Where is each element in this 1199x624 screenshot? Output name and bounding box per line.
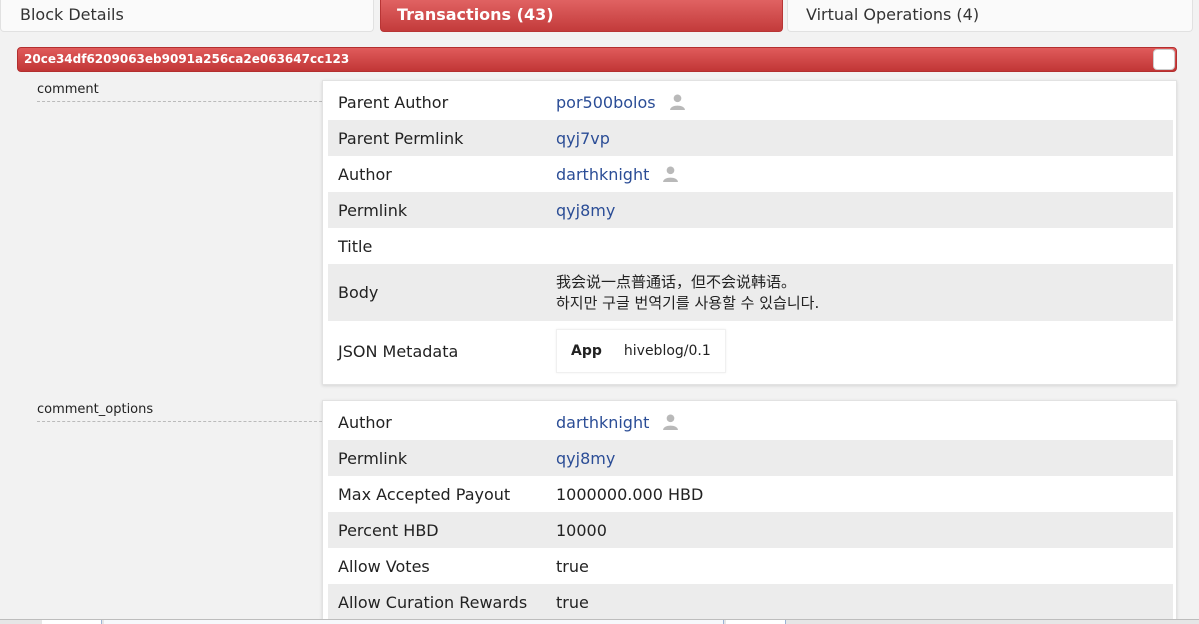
body-line: 我会说一点普通话，但不会说韩语。 (556, 272, 797, 291)
field-label: Allow Curation Rewards (338, 592, 528, 612)
json-key: App (571, 343, 602, 359)
row-percent-hbd: Percent HBD 10000 (328, 512, 1173, 548)
transaction-id: 20ce34df6209063eb9091a256ca2e063647cc123 (24, 52, 350, 66)
field-label: Parent Permlink (338, 128, 464, 148)
field-label: Allow Votes (338, 556, 430, 576)
max-payout-value: 1000000.000 HBD (556, 484, 704, 504)
row-permlink: Permlink qyj8my (328, 440, 1173, 476)
bottom-segment (726, 620, 786, 624)
author-link[interactable]: darthknight (556, 413, 649, 432)
user-icon[interactable] (662, 165, 679, 182)
row-author: Author darthknight (328, 404, 1173, 440)
row-max-accepted-payout: Max Accepted Payout 1000000.000 HBD (328, 476, 1173, 512)
bottom-segment (104, 620, 724, 624)
permlink-link[interactable]: qyj8my (556, 201, 615, 220)
allow-curation-value: true (556, 592, 589, 612)
allow-votes-value: true (556, 556, 589, 576)
bottom-strip (0, 619, 1199, 624)
parent-permlink-link[interactable]: qyj7vp (556, 129, 610, 148)
row-json-metadata: JSON Metadata App hiveblog/0.1 (328, 321, 1173, 381)
json-metadata-box: App hiveblog/0.1 (556, 329, 726, 373)
permlink-link[interactable]: qyj8my (556, 449, 615, 468)
field-label: Permlink (338, 200, 408, 220)
json-value: hiveblog/0.1 (623, 343, 711, 359)
row-allow-votes: Allow Votes true (328, 548, 1173, 584)
field-label: Author (338, 164, 392, 184)
user-icon[interactable] (669, 93, 686, 110)
field-label: Permlink (338, 448, 408, 468)
field-label: Title (338, 236, 373, 256)
user-icon[interactable] (662, 413, 679, 430)
parent-author-link[interactable]: por500bolos (556, 93, 656, 112)
tab-transactions[interactable]: Transactions (43) (380, 0, 783, 32)
row-author: Author darthknight (328, 156, 1173, 192)
tab-block-details[interactable]: Block Details (0, 0, 374, 32)
bottom-segment (42, 620, 102, 624)
body-line: 하지만 구글 번역기를 사용할 수 있습니다. (556, 293, 820, 312)
row-parent-author: Parent Author por500bolos (328, 84, 1173, 120)
comment-options-card: Author darthknight Permlink qyj8my Max A… (322, 400, 1177, 622)
collapse-toggle[interactable] (1153, 49, 1175, 70)
transaction-header[interactable]: 20ce34df6209063eb9091a256ca2e063647cc123 (17, 47, 1177, 72)
field-label: Body (338, 283, 379, 302)
row-parent-permlink: Parent Permlink qyj7vp (328, 120, 1173, 156)
field-label: JSON Metadata (338, 341, 459, 361)
tab-virtual-operations[interactable]: Virtual Operations (4) (787, 0, 1193, 32)
row-title: Title (328, 228, 1173, 264)
row-allow-curation-rewards: Allow Curation Rewards true (328, 584, 1173, 620)
body-value: 我会说一点普通话，但不会说韩语。 하지만 구글 번역기를 사용할 수 있습니다. (556, 272, 1173, 314)
author-link[interactable]: darthknight (556, 165, 649, 184)
percent-hbd-value: 10000 (556, 520, 607, 540)
operation-type-comment-options: comment_options (37, 402, 322, 422)
field-label: Parent Author (338, 92, 449, 112)
comment-details-card: Parent Author por500bolos Parent Permlin… (322, 80, 1177, 385)
field-label: Max Accepted Payout (338, 484, 511, 504)
operation-type-comment: comment (37, 82, 322, 102)
tab-bar: Block Details Transactions (43) Virtual … (0, 0, 1199, 32)
field-label: Author (338, 412, 392, 432)
row-body: Body 我会说一点普通话，但不会说韩语。 하지만 구글 번역기를 사용할 수 … (328, 264, 1173, 321)
field-label: Percent HBD (338, 520, 439, 540)
row-permlink: Permlink qyj8my (328, 192, 1173, 228)
